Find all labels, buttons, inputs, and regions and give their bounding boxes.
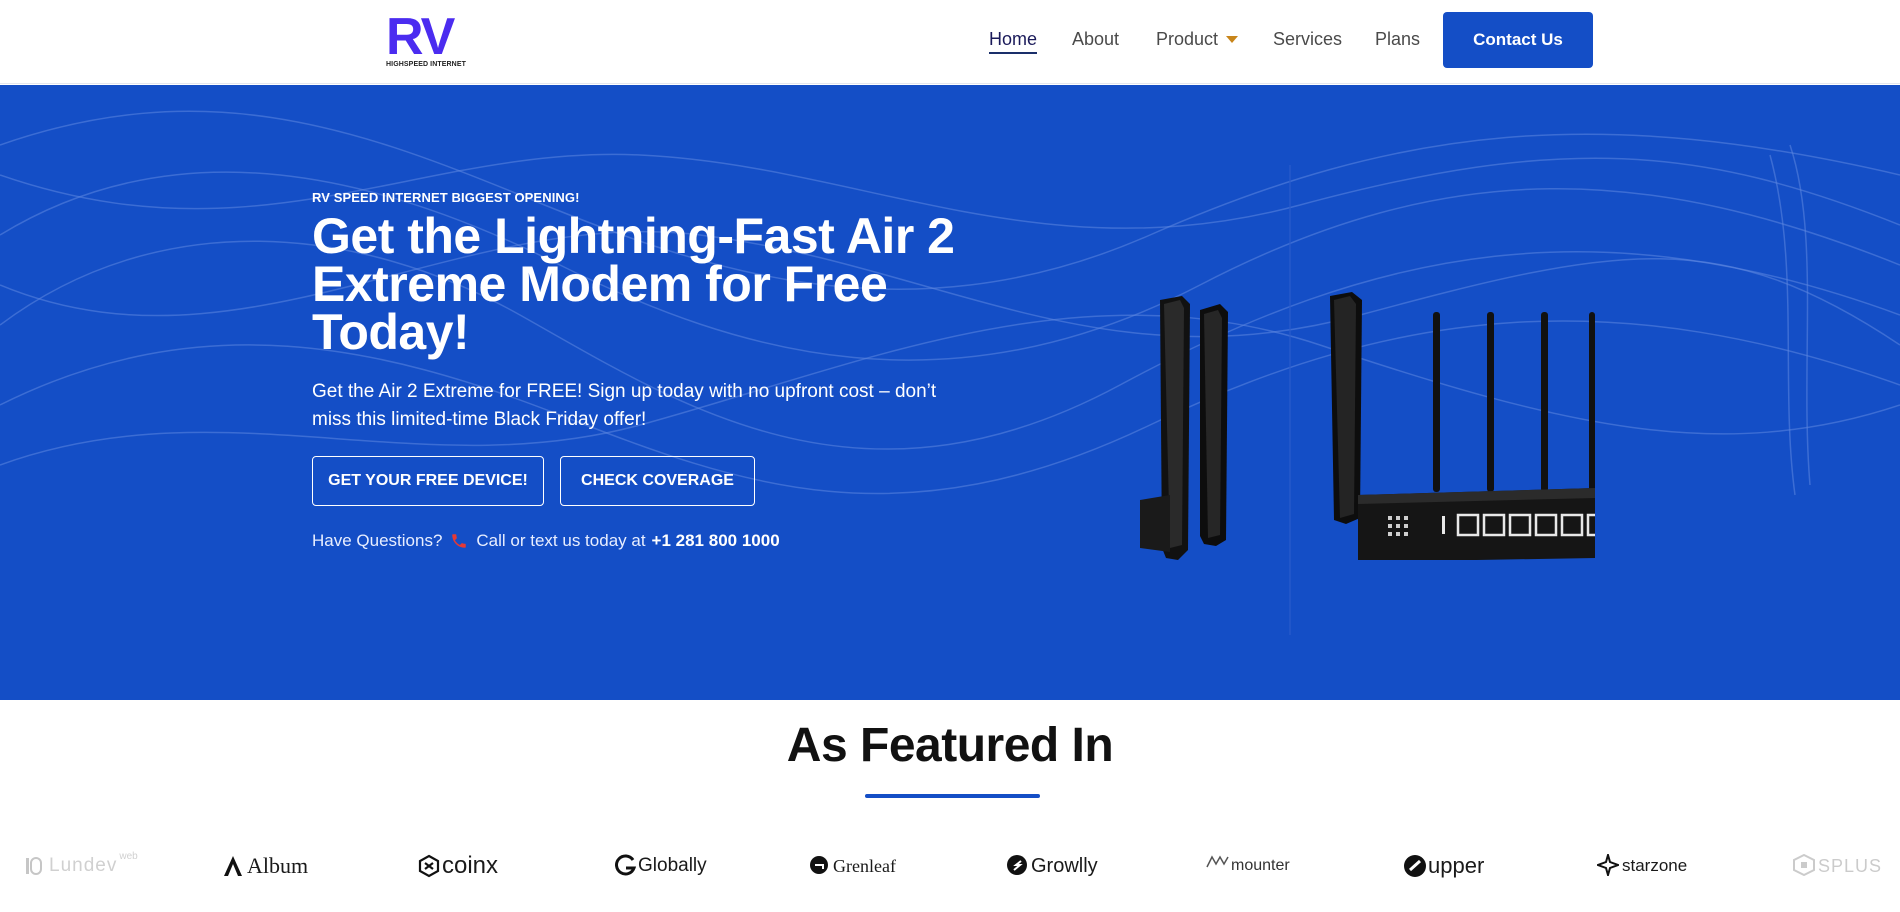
coinx-icon <box>417 854 440 878</box>
contact-us-button[interactable]: Contact Us <box>1443 12 1593 68</box>
nav-product-label: Product <box>1156 29 1219 49</box>
brand-name: Growlly <box>1031 854 1098 877</box>
brand-name: upper <box>1428 853 1485 878</box>
logo-mark: RV <box>386 8 455 66</box>
nav-plans-link[interactable]: Plans <box>1375 29 1420 50</box>
phone-number-link[interactable]: +1 281 800 1000 <box>652 531 780 551</box>
brand-coinx: coinx <box>417 852 498 880</box>
hero-headline: Get the Lightning-Fast Air 2 Extreme Mod… <box>312 208 955 360</box>
mounter-icon <box>1206 854 1229 878</box>
brand-superscript: web <box>119 850 138 862</box>
splus-icon <box>1793 853 1815 878</box>
check-coverage-button[interactable]: CHECK COVERAGE <box>560 456 755 506</box>
brand-name: starzone <box>1622 856 1688 875</box>
site-logo[interactable]: RV HIGHSPEED INTERNET <box>386 8 466 70</box>
hero-subtext: Get the Air 2 Extreme for FREE! Sign up … <box>312 381 937 430</box>
album-icon <box>222 854 244 878</box>
brand-album: Album <box>222 852 308 880</box>
featured-title: As Featured In <box>786 719 1114 772</box>
nav-home-link[interactable]: Home <box>989 29 1038 54</box>
get-free-device-button[interactable]: GET YOUR FREE DEVICE! <box>312 456 544 506</box>
modem-device-image <box>1140 292 1595 560</box>
brand-grenleaf: Grenleaf <box>808 852 896 880</box>
brand-name: mounter <box>1231 857 1290 874</box>
globally-icon <box>613 854 637 878</box>
hero-section: RV SPEED INTERNET BIGGEST OPENING! Get t… <box>0 85 1900 700</box>
grenleaf-icon <box>808 854 830 878</box>
brand-upper: upper <box>1403 852 1484 880</box>
featured-underline <box>865 794 1040 798</box>
brand-growlly: Growlly <box>1006 852 1098 880</box>
starzone-icon <box>1595 851 1621 879</box>
nav-about-link[interactable]: About <box>1072 29 1119 50</box>
hero-eyebrow: RV SPEED INTERNET BIGGEST OPENING! <box>312 190 580 205</box>
brand-lundev: Lundev web <box>24 850 138 880</box>
growlly-icon <box>1006 854 1028 878</box>
brand-name: Lundev <box>49 855 118 876</box>
phone-icon <box>452 534 467 548</box>
upper-icon <box>1403 854 1426 878</box>
brand-name: Grenleaf <box>833 855 896 876</box>
nav-product-link[interactable]: Product <box>1156 29 1239 50</box>
brand-mounter: mounter <box>1206 852 1290 880</box>
lundev-icon <box>24 854 46 878</box>
hero-contact-line: Have Questions? Call or text us today at… <box>312 531 780 551</box>
questions-text: Call or text us today at <box>476 531 646 550</box>
nav-services-link[interactable]: Services <box>1273 29 1342 50</box>
brand-name: Album <box>247 853 309 878</box>
brand-splus: SPLUS <box>1793 852 1882 880</box>
brand-name: SPLUS <box>1818 855 1883 876</box>
brand-globally: Globally <box>613 852 707 880</box>
brand-starzone: starzone <box>1595 851 1688 880</box>
brand-name: Globally <box>638 855 707 876</box>
logo-tagline: HIGHSPEED INTERNET <box>386 61 466 68</box>
questions-prefix: Have Questions? <box>312 531 443 550</box>
site-header: RV HIGHSPEED INTERNET Home About Product… <box>0 0 1900 84</box>
brand-name: coinx <box>442 852 499 879</box>
chevron-down-icon <box>1226 35 1239 43</box>
